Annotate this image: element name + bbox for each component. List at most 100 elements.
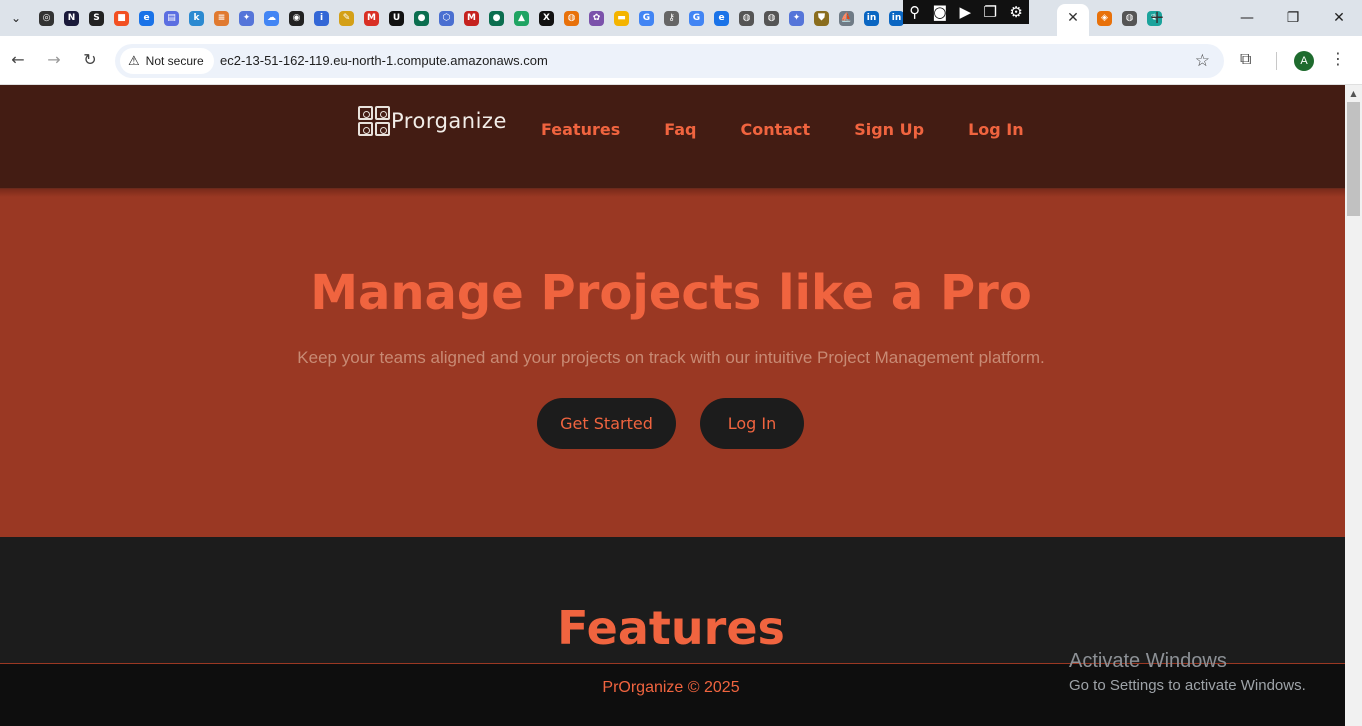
browser-tab[interactable]: ◍ — [734, 8, 759, 28]
browser-tab[interactable]: ● — [409, 8, 434, 28]
nav-link-contact[interactable]: Contact — [740, 120, 810, 139]
browser-tab[interactable]: ≡ — [209, 8, 234, 28]
logo-mark-icon — [358, 106, 390, 136]
cloud-icon: ☁ — [264, 10, 279, 26]
warning-triangle-icon: ⚠ — [128, 53, 140, 69]
close-window-button[interactable]: ✕ — [1316, 0, 1362, 36]
browser-tab[interactable]: e — [134, 8, 159, 28]
gift-icon: ✦ — [239, 10, 254, 26]
browser-tab[interactable]: e — [709, 8, 734, 28]
orange-app-icon: ◈ — [1097, 10, 1112, 26]
browser-tab[interactable]: ⬡ — [434, 8, 459, 28]
browser-tab[interactable]: M — [359, 8, 384, 28]
activate-windows-subtitle: Go to Settings to activate Windows. — [1069, 677, 1306, 694]
n-icon: N — [64, 10, 79, 26]
hero-section: Manage Projects like a Pro Keep your tea… — [0, 189, 1345, 537]
browser-tab[interactable]: ▲ — [509, 8, 534, 28]
windows-icon[interactable]: ❐ — [983, 3, 996, 21]
browser-tab[interactable]: ⛵ — [834, 8, 859, 28]
activate-windows-watermark: Activate Windows Go to Settings to activ… — [1069, 650, 1306, 694]
microsoft-icon: ■ — [114, 10, 129, 26]
browser-tab[interactable]: U — [384, 8, 409, 28]
browser-tab[interactable]: ▬ — [609, 8, 634, 28]
browser-tab[interactable]: ▤ — [159, 8, 184, 28]
scroll-thumb[interactable] — [1347, 102, 1360, 216]
extensions-puzzle-icon[interactable]: ⧉ — [1240, 49, 1251, 69]
browser-tab[interactable]: ■ — [109, 8, 134, 28]
security-label: Not secure — [145, 54, 204, 68]
browser-tab[interactable]: ⚷ — [659, 8, 684, 28]
google-icon: G — [639, 10, 654, 26]
nav-link-faq[interactable]: Faq — [664, 120, 696, 139]
new-tab-plus-icon[interactable]: + — [1145, 7, 1169, 29]
slides-icon: ▬ — [614, 10, 629, 26]
browser-tab[interactable]: G — [634, 8, 659, 28]
features-title: Features — [557, 601, 785, 655]
nav-link-sign-up[interactable]: Sign Up — [854, 120, 924, 139]
tab-close-icon[interactable]: ✕ — [1057, 4, 1089, 32]
active-tab[interactable]: ✕ — [1057, 4, 1089, 36]
tab-favicons: ◎ N S ■ e ▤ k ≡ ✦ ☁ ◉ i ✎ M U ● ⬡ M ● ▲ X ◍ ✿ ▬ G ⚷ Ge ◍ ◍ ✦ ⛊ ⛵ in in — [34, 8, 909, 28]
ship-icon: ⛵ — [839, 10, 854, 26]
nav-link-log-in[interactable]: Log In — [968, 120, 1024, 139]
site-nav: Features Faq Contact Sign Up Log In — [541, 120, 1068, 139]
google-icon: G — [689, 10, 704, 26]
minimize-window-button[interactable]: — — [1224, 0, 1270, 36]
browser-tab[interactable]: ⛊ — [809, 8, 834, 28]
scroll-up-arrow-icon[interactable]: ▲ — [1345, 85, 1362, 102]
globe-icon: ◍ — [764, 10, 779, 26]
site-logo[interactable]: Prorganize — [358, 106, 507, 136]
browser-tab[interactable]: ● — [484, 8, 509, 28]
toggle-icon: ● — [489, 10, 504, 26]
shield-icon: ⛊ — [814, 10, 829, 26]
browser-tab[interactable]: ✦ — [234, 8, 259, 28]
forward-arrow-icon[interactable]: → — [42, 48, 66, 72]
browser-tab[interactable]: ◎ — [34, 8, 59, 28]
address-bar[interactable]: ⚠ Not secure ec2-13-51-162-119.eu-north-… — [115, 44, 1224, 78]
reload-icon[interactable]: ↻ — [78, 48, 102, 72]
toggle-icon: ● — [414, 10, 429, 26]
security-chip[interactable]: ⚠ Not secure — [120, 48, 214, 74]
camera-icon[interactable]: ◙ — [933, 3, 948, 21]
tab-search-chevron-icon[interactable]: ⌄ — [4, 7, 28, 29]
browser-tab[interactable]: ◍ — [759, 8, 784, 28]
openai-icon: ◎ — [39, 10, 54, 26]
browser-tab[interactable]: ☁ — [259, 8, 284, 28]
settings-gear-icon[interactable]: ⚙ — [1009, 3, 1022, 21]
video-camera-icon[interactable]: ▶ — [960, 3, 972, 21]
edge-icon: e — [714, 10, 729, 26]
browser-tab[interactable]: ✎ — [334, 8, 359, 28]
browser-tab[interactable]: G — [684, 8, 709, 28]
browser-tab[interactable]: in — [859, 8, 884, 28]
back-arrow-icon[interactable]: ← — [6, 48, 30, 72]
browser-tab[interactable]: M — [459, 8, 484, 28]
browser-tab[interactable]: S — [84, 8, 109, 28]
browser-tab[interactable]: X — [534, 8, 559, 28]
logo-text: Prorganize — [391, 109, 507, 133]
restore-window-button[interactable]: ❐ — [1270, 0, 1316, 36]
browser-tab[interactable]: k — [184, 8, 209, 28]
link-icon[interactable]: ⚲ — [909, 3, 920, 21]
svg-icon: S — [89, 10, 104, 26]
get-started-button[interactable]: Get Started — [537, 398, 676, 449]
browser-tab[interactable]: ◍ — [1117, 8, 1142, 28]
nav-link-features[interactable]: Features — [541, 120, 620, 139]
linkedin-icon: in — [889, 10, 904, 26]
browser-tab[interactable]: i — [309, 8, 334, 28]
browser-tab[interactable]: ◍ — [559, 8, 584, 28]
activate-windows-title: Activate Windows — [1069, 650, 1227, 672]
browser-tab[interactable]: ◈ — [1092, 8, 1117, 28]
browser-tab[interactable]: ✦ — [784, 8, 809, 28]
browser-tab[interactable]: ✿ — [584, 8, 609, 28]
page-scrollbar[interactable]: ▲ — [1345, 85, 1362, 726]
profile-avatar[interactable]: A — [1294, 51, 1314, 71]
mail-icon: M — [464, 10, 479, 26]
url-text[interactable]: ec2-13-51-162-119.eu-north-1.compute.ama… — [220, 53, 548, 68]
browser-tab[interactable]: ◉ — [284, 8, 309, 28]
browser-tab[interactable]: N — [59, 8, 84, 28]
browser-menu-dots-icon[interactable]: ⋮ — [1330, 49, 1346, 68]
edge-icon: e — [139, 10, 154, 26]
hero-log-in-button[interactable]: Log In — [700, 398, 804, 449]
linkedin-icon: in — [864, 10, 879, 26]
bookmark-star-icon[interactable]: ☆ — [1195, 51, 1210, 71]
